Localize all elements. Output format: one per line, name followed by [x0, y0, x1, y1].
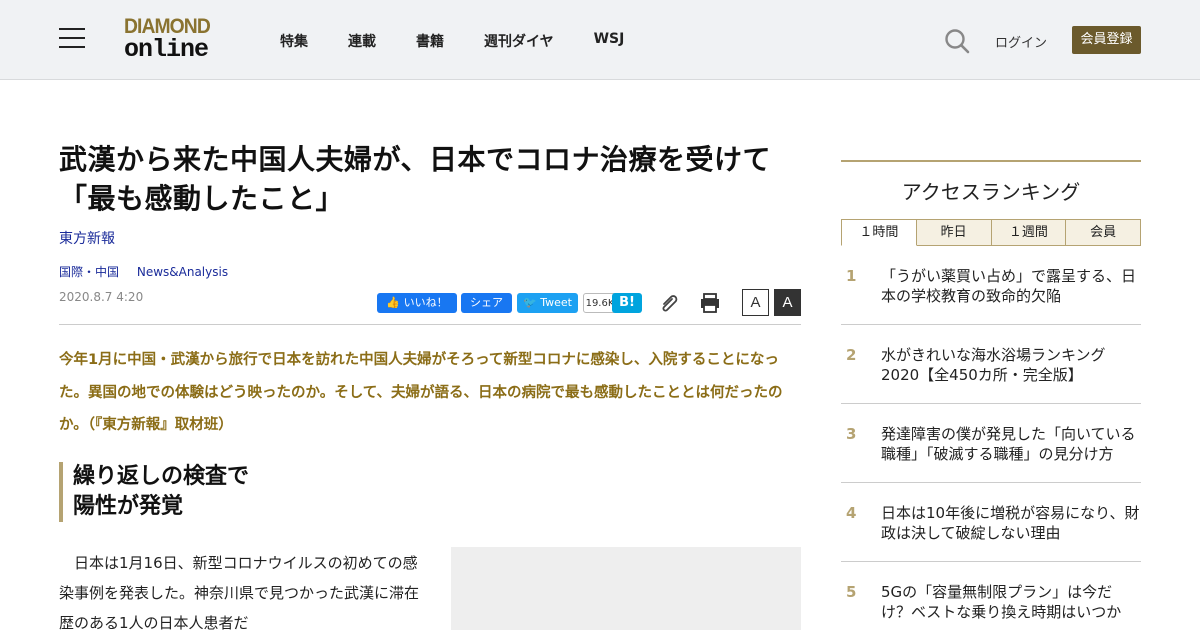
facebook-like-button[interactable]: 👍 いいね！ — [377, 293, 457, 313]
rank-number: 3 — [846, 425, 857, 443]
nav-item-weekly[interactable]: 週刊ダイヤ — [484, 31, 554, 51]
category-link[interactable]: News&Analysis — [137, 265, 228, 279]
rank-number: 2 — [846, 346, 857, 364]
facebook-share-button[interactable]: シェア — [461, 293, 512, 313]
ranking-item[interactable]: 3 発達障害の僕が発見した「向いている職種」「破滅する職種」の見分け方 — [841, 404, 1141, 483]
site-logo[interactable]: DIAMOND online — [124, 16, 228, 64]
ranking-item[interactable]: 2 水がきれいな海水浴場ランキング2020【全450カ所・完全版】 — [841, 325, 1141, 404]
rank-text: 発達障害の僕が発見した「向いている職種」「破滅する職種」の見分け方 — [881, 425, 1136, 463]
ranking-item[interactable]: 1 「うがい薬買い占め」で露呈する、日本の学校教育の致命的欠陥 — [841, 246, 1141, 325]
font-size-small-button[interactable]: A — [742, 289, 769, 316]
search-icon[interactable] — [944, 28, 970, 54]
rank-text: 水がきれいな海水浴場ランキング2020【全450カ所・完全版】 — [881, 346, 1106, 384]
ranking-title: アクセスランキング — [901, 180, 1081, 204]
article-title: 武漢から来た中国人夫婦が、日本でコロナ治療を受けて「最も感動したこと」 — [59, 143, 771, 215]
print-icon[interactable] — [699, 292, 721, 314]
divider — [59, 324, 801, 325]
nav-item-feature[interactable]: 特集 — [280, 31, 308, 51]
font-size-large-button[interactable]: A — [774, 289, 801, 316]
twitter-icon: 🐦 — [523, 296, 541, 309]
tweet-label: Tweet — [540, 296, 572, 309]
category-link[interactable]: 国際・中国 — [59, 265, 119, 279]
tab-1hour[interactable]: １時間 — [841, 219, 917, 246]
rank-number: 1 — [846, 267, 857, 285]
logo-bottom-text: online — [124, 35, 209, 64]
ranking-divider — [841, 160, 1141, 162]
article-body: 日本は1月16日、新型コロナウイルスの初めての感染事例を発表した。神奈川県で見つ… — [59, 554, 420, 630]
tab-yesterday[interactable]: 昨日 — [916, 219, 992, 246]
site-header: DIAMOND online 特集 連載 書籍 週刊ダイヤ WSJ ログイン 会… — [0, 0, 1200, 80]
section-heading-line: 繰り返しの検査で — [73, 464, 250, 489]
tab-members[interactable]: 会員 — [1066, 219, 1141, 246]
article-categories: 国際・中国 News&Analysis — [59, 263, 242, 280]
article-date: 2020.8.7 4:20 — [59, 290, 144, 304]
register-button[interactable]: 会員登録 — [1072, 26, 1141, 54]
fb-like-label: いいね！ — [403, 296, 448, 309]
nav-item-series[interactable]: 連載 — [348, 31, 376, 51]
logo-top-text: DIAMOND — [124, 15, 211, 38]
menu-icon[interactable] — [59, 28, 85, 50]
article-lead: 今年1月に中国・武漢から旅行で日本を訪れた中国人夫婦がそろって新型コロナに感染し… — [59, 352, 783, 433]
rank-text: 5Gの「容量無制限プラン」は今だけ？ベストな乗り換え時期はいつか — [881, 583, 1122, 621]
ranking-list: 1 「うがい薬買い占め」で露呈する、日本の学校教育の致命的欠陥 2 水がきれいな… — [841, 246, 1141, 630]
tweet-button[interactable]: 🐦 Tweet — [517, 293, 578, 313]
hatena-bookmark-button[interactable]: B! — [612, 293, 642, 313]
rank-text: 「うがい薬買い占め」で露呈する、日本の学校教育の致命的欠陥 — [881, 267, 1137, 305]
rank-number: 5 — [846, 583, 857, 601]
nav-item-wsj[interactable]: WSJ — [594, 31, 625, 51]
ranking-tabs: １時間 昨日 １週間 会員 — [841, 219, 1141, 246]
rank-number: 4 — [846, 504, 857, 522]
section-heading: 繰り返しの検査で 陽性が発覚 — [59, 462, 459, 522]
facebook-icon: 👍 — [386, 296, 404, 309]
article-source[interactable]: 東方新報 — [59, 228, 115, 248]
tab-1week[interactable]: １週間 — [991, 219, 1067, 246]
login-link[interactable]: ログイン — [995, 32, 1047, 51]
article-image — [451, 547, 801, 630]
section-heading-line: 陽性が発覚 — [73, 494, 184, 519]
ranking-item[interactable]: 4 日本は10年後に増税が容易になり、財政は決して破綻しない理由 — [841, 483, 1141, 562]
ranking-item[interactable]: 5 5Gの「容量無制限プラン」は今だけ？ベストな乗り換え時期はいつか — [841, 562, 1141, 630]
nav-item-books[interactable]: 書籍 — [416, 31, 444, 51]
rank-text: 日本は10年後に増税が容易になり、財政は決して破綻しない理由 — [881, 504, 1140, 542]
main-nav: 特集 連載 書籍 週刊ダイヤ WSJ — [280, 31, 664, 51]
clip-icon[interactable] — [658, 292, 680, 314]
